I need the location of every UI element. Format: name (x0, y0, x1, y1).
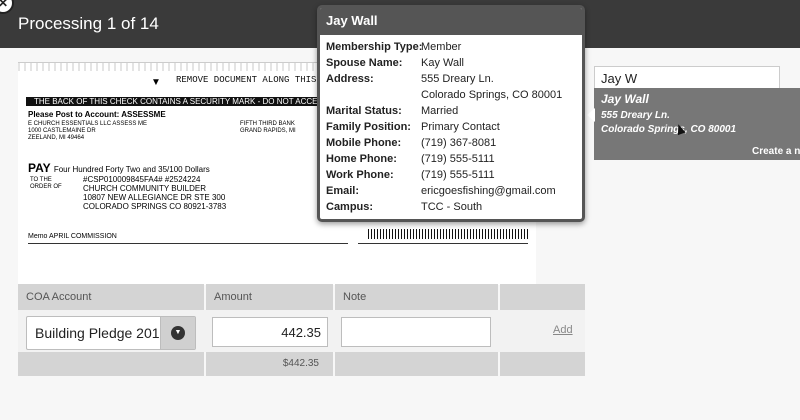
add-button[interactable]: Add (553, 324, 573, 336)
coa-footer-note (335, 352, 498, 376)
field-label: Mobile Phone: (326, 137, 402, 149)
field-label: Spouse Name: (326, 57, 403, 69)
dropdown-button[interactable]: ▼ (160, 317, 195, 349)
check-micr-line (368, 229, 528, 239)
note-input[interactable] (341, 317, 491, 347)
check-from-address: E CHURCH ESSENTIALS LLC ASSESS ME 1000 C… (28, 121, 148, 141)
field-label: Email: (326, 185, 360, 197)
check-signature-line (358, 243, 528, 244)
check-pay-words: Four Hundred Forty Two and 35/100 Dollar… (53, 165, 210, 174)
coa-total: $442.35 (206, 352, 333, 376)
chevron-down-icon: ▼ (171, 326, 185, 340)
person-search-input[interactable]: Jay W (594, 66, 780, 90)
check-memo: Memo APRIL COMMISSION (28, 233, 117, 240)
field-value: Member (421, 41, 462, 53)
field-label: Work Phone: (326, 169, 394, 181)
field-value: Kay Wall (421, 57, 464, 69)
field-label: Marital Status: (326, 105, 402, 117)
field-value: Married (421, 105, 459, 117)
create-new-label: Create a n (752, 146, 800, 157)
coa-footer-actions (500, 352, 585, 376)
check-bank: FIFTH THIRD BANK GRAND RAPIDS, MI (240, 121, 296, 134)
check-pay-line: PAY Four Hundred Forty Two and 35/100 Do… (28, 161, 210, 175)
coa-footer-account (18, 352, 204, 376)
field-label: Campus: (326, 201, 374, 213)
check-remove-text: REMOVE DOCUMENT ALONG THIS (176, 75, 317, 85)
field-value: Colorado Springs, CO 80001 (421, 89, 563, 101)
result-address-line2: Colorado Springs, CO 80001 (601, 124, 737, 135)
field-label: Membership Type: (326, 41, 423, 53)
field-label: Home Phone: (326, 153, 397, 165)
popover-title: Jay Wall (320, 8, 582, 35)
tooltip-pointer (587, 108, 595, 122)
check-post-to: Please Post to Account: ASSESSME (28, 110, 166, 119)
field-value: TCC - South (421, 201, 483, 213)
check-payee: #CSP010009845FA4# #2524224 CHURCH COMMUN… (83, 175, 227, 211)
field-value: (719) 555-5111 (421, 153, 495, 165)
coa-header-note: Note (335, 284, 498, 310)
field-label: Family Position: (326, 121, 411, 133)
field-value: (719) 367-8081 (421, 137, 497, 149)
check-memo-line (28, 243, 348, 244)
amount-input[interactable]: 442.35 (212, 317, 328, 347)
result-address-line1: 555 Dreary Ln. (601, 110, 670, 121)
create-new-button[interactable]: Create a n (594, 146, 800, 160)
field-value: (719) 555-5111 (421, 169, 495, 181)
coa-header-account: COA Account (18, 284, 204, 310)
page-title: Processing 1 of 14 (18, 14, 159, 33)
coa-header-actions (500, 284, 585, 310)
coa-account-select[interactable]: Building Pledge 2016 ▼ (26, 316, 196, 350)
arrow-down-icon: ▼ (151, 77, 161, 88)
result-name: Jay Wall (601, 92, 649, 106)
coa-header-amount: Amount (206, 284, 333, 310)
field-value: Primary Contact (421, 121, 500, 133)
search-result-item[interactable]: Jay Wall 555 Dreary Ln. Colorado Springs… (594, 88, 800, 146)
check-pay-label: PAY (28, 161, 51, 175)
field-value: ericgoesfishing@gmail.com (421, 185, 556, 197)
coa-account-value: Building Pledge 2016 (35, 325, 168, 341)
field-label: Address: (326, 73, 374, 85)
check-order-of: TO THE ORDER OF (30, 177, 62, 190)
person-details-popover: Jay Wall Membership Type: Member Spouse … (317, 5, 585, 222)
field-value: 555 Dreary Ln. (421, 73, 494, 85)
